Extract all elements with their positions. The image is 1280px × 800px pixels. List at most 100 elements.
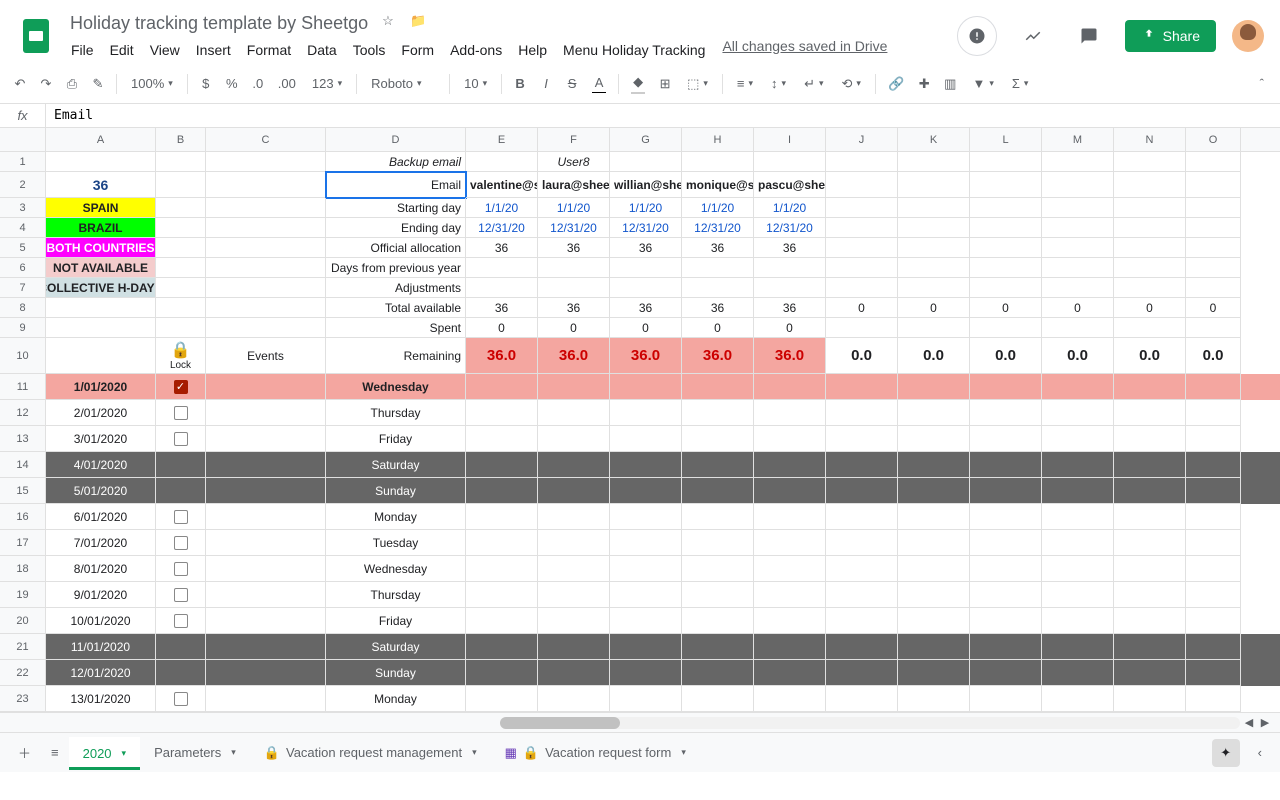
cell-H13[interactable] <box>682 426 754 452</box>
scroll-thumb[interactable] <box>500 717 620 729</box>
col-header-M[interactable]: M <box>1042 128 1114 151</box>
share-button[interactable]: Share <box>1125 20 1216 52</box>
cell-B23[interactable] <box>156 686 206 712</box>
cell-C3[interactable] <box>206 198 326 218</box>
text-wrap-dropdown[interactable]: ↵ <box>796 72 831 96</box>
cell-B9[interactable] <box>156 318 206 338</box>
cell-C13[interactable] <box>206 426 326 452</box>
cell-K15[interactable] <box>898 478 970 504</box>
cell-L5[interactable] <box>970 238 1042 258</box>
cell-F23[interactable] <box>538 686 610 712</box>
cell-E3[interactable]: 1/1/20 <box>466 198 538 218</box>
cell-C1[interactable] <box>206 152 326 172</box>
cell-J11[interactable] <box>826 374 898 400</box>
checkbox-13[interactable] <box>174 432 188 446</box>
cell-E12[interactable] <box>466 400 538 426</box>
col-header-H[interactable]: H <box>682 128 754 151</box>
insert-chart-button[interactable]: ▥ <box>938 71 962 97</box>
cell-H19[interactable] <box>682 582 754 608</box>
row-header-16[interactable]: 16 <box>0 504 45 530</box>
cell-L8[interactable]: 0 <box>970 298 1042 318</box>
cell-K23[interactable] <box>898 686 970 712</box>
cell-K17[interactable] <box>898 530 970 556</box>
row-header-15[interactable]: 15 <box>0 478 45 504</box>
cell-D22[interactable]: Sunday <box>326 660 466 686</box>
cell-O7[interactable] <box>1186 278 1241 298</box>
cell-F11[interactable] <box>538 374 610 400</box>
cell-M3[interactable] <box>1042 198 1114 218</box>
cell-J8[interactable]: 0 <box>826 298 898 318</box>
trend-icon[interactable] <box>1013 16 1053 56</box>
cell-F12[interactable] <box>538 400 610 426</box>
cell-A12[interactable]: 2/01/2020 <box>46 400 156 426</box>
col-header-F[interactable]: F <box>538 128 610 151</box>
cell-A23[interactable]: 13/01/2020 <box>46 686 156 712</box>
move-folder-icon[interactable]: 📁 <box>410 13 430 33</box>
v-align-dropdown[interactable]: ↕ <box>763 72 794 95</box>
cell-B11[interactable] <box>156 374 206 400</box>
cell-N1[interactable] <box>1114 152 1186 172</box>
cell-H3[interactable]: 1/1/20 <box>682 198 754 218</box>
menu-tools[interactable]: Tools <box>346 38 393 62</box>
fill-color-button[interactable]: ◆ <box>625 71 651 97</box>
cell-H5[interactable]: 36 <box>682 238 754 258</box>
cell-M18[interactable] <box>1042 556 1114 582</box>
row-header-1[interactable]: 1 <box>0 152 45 172</box>
cell-M12[interactable] <box>1042 400 1114 426</box>
cell-K6[interactable] <box>898 258 970 278</box>
cell-N3[interactable] <box>1114 198 1186 218</box>
cell-H6[interactable] <box>682 258 754 278</box>
cell-A21[interactable]: 11/01/2020 <box>46 634 156 660</box>
row-header-18[interactable]: 18 <box>0 556 45 582</box>
cell-B8[interactable] <box>156 298 206 318</box>
cell-J22[interactable] <box>826 660 898 686</box>
cell-E13[interactable] <box>466 426 538 452</box>
cell-F21[interactable] <box>538 634 610 660</box>
cell-O17[interactable] <box>1186 530 1241 556</box>
cell-C7[interactable] <box>206 278 326 298</box>
cell-I20[interactable] <box>754 608 826 634</box>
cell-L19[interactable] <box>970 582 1042 608</box>
cell-L3[interactable] <box>970 198 1042 218</box>
row-header-6[interactable]: 6 <box>0 258 45 278</box>
cell-E14[interactable] <box>466 452 538 478</box>
cell-O5[interactable] <box>1186 238 1241 258</box>
col-header-A[interactable]: A <box>46 128 156 151</box>
redo-button[interactable]: ↷ <box>34 71 58 97</box>
row-header-14[interactable]: 14 <box>0 452 45 478</box>
col-header-G[interactable]: G <box>610 128 682 151</box>
cell-O4[interactable] <box>1186 218 1241 238</box>
cell-M1[interactable] <box>1042 152 1114 172</box>
scroll-right-icon[interactable]: ▶ <box>1256 716 1274 729</box>
cell-D16[interactable]: Monday <box>326 504 466 530</box>
cell-I8[interactable]: 36 <box>754 298 826 318</box>
explore-button[interactable]: ✦ <box>1212 739 1240 767</box>
cell-K7[interactable] <box>898 278 970 298</box>
cell-I3[interactable]: 1/1/20 <box>754 198 826 218</box>
cell-C23[interactable] <box>206 686 326 712</box>
cell-J17[interactable] <box>826 530 898 556</box>
cell-H7[interactable] <box>682 278 754 298</box>
cell-J21[interactable] <box>826 634 898 660</box>
cell-G8[interactable]: 36 <box>610 298 682 318</box>
cell-N7[interactable] <box>1114 278 1186 298</box>
cell-D20[interactable]: Friday <box>326 608 466 634</box>
cell-H15[interactable] <box>682 478 754 504</box>
cell-K3[interactable] <box>898 198 970 218</box>
cell-J12[interactable] <box>826 400 898 426</box>
cell-F2[interactable]: laura@shee <box>538 172 610 198</box>
cell-M7[interactable] <box>1042 278 1114 298</box>
cell-C18[interactable] <box>206 556 326 582</box>
cell-J15[interactable] <box>826 478 898 504</box>
cell-O1[interactable] <box>1186 152 1241 172</box>
cell-M11[interactable] <box>1042 374 1114 400</box>
select-all-corner[interactable] <box>0 128 46 151</box>
cell-M15[interactable] <box>1042 478 1114 504</box>
cell-H2[interactable]: monique@s <box>682 172 754 198</box>
cell-B7[interactable] <box>156 278 206 298</box>
cell-J10[interactable]: 0.0 <box>826 338 898 374</box>
cell-C19[interactable] <box>206 582 326 608</box>
cell-C16[interactable] <box>206 504 326 530</box>
sheet-tab-vacation-request-management[interactable]: 🔒Vacation request management <box>250 737 491 769</box>
cell-I18[interactable] <box>754 556 826 582</box>
